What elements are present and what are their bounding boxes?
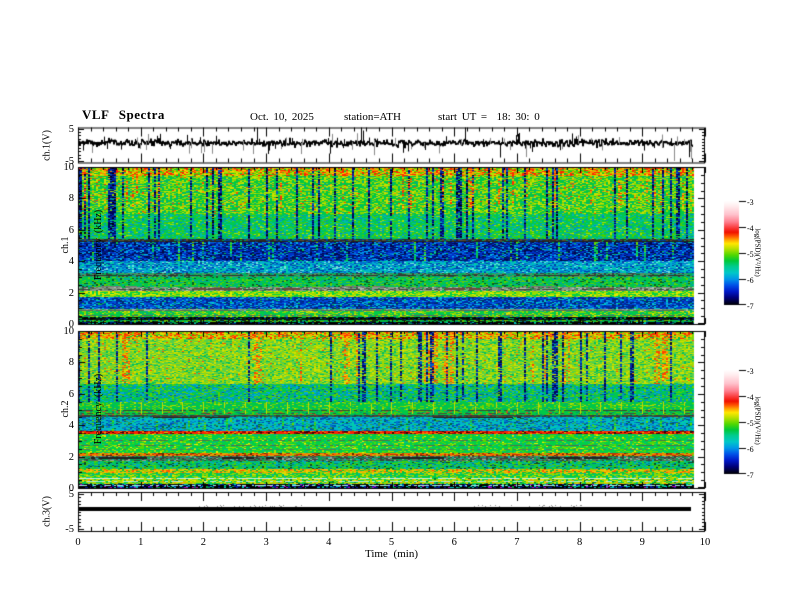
ch2-freq-tick-label-10: 10 — [63, 326, 75, 337]
x-tick-label-1: 1 — [138, 537, 144, 548]
figure-date: Oct. 10, 2025 — [250, 111, 314, 123]
time-axis-label: Time (min) — [364, 548, 418, 560]
ch1-freq-tick-label-4: 4 — [68, 256, 74, 268]
ch2-freq-tick-label-8: 8 — [68, 357, 74, 369]
colorbar-label-ch2: log(PSD)(V²/Hz) — [753, 396, 762, 445]
ch3-volt-tick-label--5: -5 — [65, 524, 74, 536]
ch3-volt-tick-label-5: 5 — [68, 488, 74, 500]
figure-station: station=ATH — [344, 111, 401, 123]
colorbar-ch2-tick-label--7: -7 — [747, 471, 754, 480]
colorbar-ch2-tick-label--5: -5 — [747, 419, 754, 428]
x-tick-label-0: 0 — [75, 537, 81, 548]
ch1-volt-tick-label--5: -5 — [65, 155, 74, 167]
x-tick-label-3: 3 — [263, 537, 269, 548]
x-tick-label-10: 10 — [699, 537, 711, 548]
vlf-spectra-figure: VLF Spectra Oct. 10, 2025 station=ATH st… — [0, 0, 792, 612]
colorbar-ch1-tick-label--4: -4 — [747, 224, 754, 233]
ch1-freq-tick-label-6: 6 — [68, 224, 74, 236]
x-tick-label-8: 8 — [576, 537, 583, 548]
ch2-freq-tick-label-2: 2 — [68, 451, 74, 463]
plot-canvas — [0, 0, 792, 612]
frequency-label-line: Frequency (kHz) — [93, 209, 104, 281]
ch1-volt-tick-label-5: 5 — [68, 124, 74, 136]
figure-title: VLF Spectra — [82, 107, 165, 122]
ch2-freq-tick-label-4: 4 — [68, 420, 74, 432]
x-tick-label-9: 9 — [639, 537, 645, 548]
x-tick-label-5: 5 — [388, 537, 395, 548]
colorbar-ch1-tick-label--5: -5 — [747, 250, 754, 259]
colorbar-ch2-tick-label--6: -6 — [747, 445, 754, 454]
x-tick-label-4: 4 — [326, 537, 332, 548]
x-tick-label-6: 6 — [451, 537, 457, 548]
x-tick-label-7: 7 — [514, 537, 520, 548]
figure-start-ut: start UT = 18: 30: 0 — [438, 111, 540, 123]
colorbar-ch2-tick-label--4: -4 — [747, 393, 754, 402]
frequency-label-line: Frequency (kHz) — [93, 373, 104, 445]
colorbar-label-ch1: log(PSD)(V²/Hz) — [753, 228, 762, 277]
colorbar-ch1-tick-label--3: -3 — [747, 198, 754, 207]
colorbar-ch1-tick-label--7: -7 — [747, 302, 754, 311]
colorbar-ch1-tick-label--6: -6 — [747, 276, 754, 285]
x-tick-label-2: 2 — [200, 537, 207, 548]
ch1-freq-tick-label-2: 2 — [68, 287, 74, 299]
ch2-freq-tick-label-6: 6 — [68, 388, 74, 400]
ch1-freq-tick-label-8: 8 — [68, 193, 74, 205]
colorbar-ch2-tick-label--3: -3 — [747, 367, 754, 376]
